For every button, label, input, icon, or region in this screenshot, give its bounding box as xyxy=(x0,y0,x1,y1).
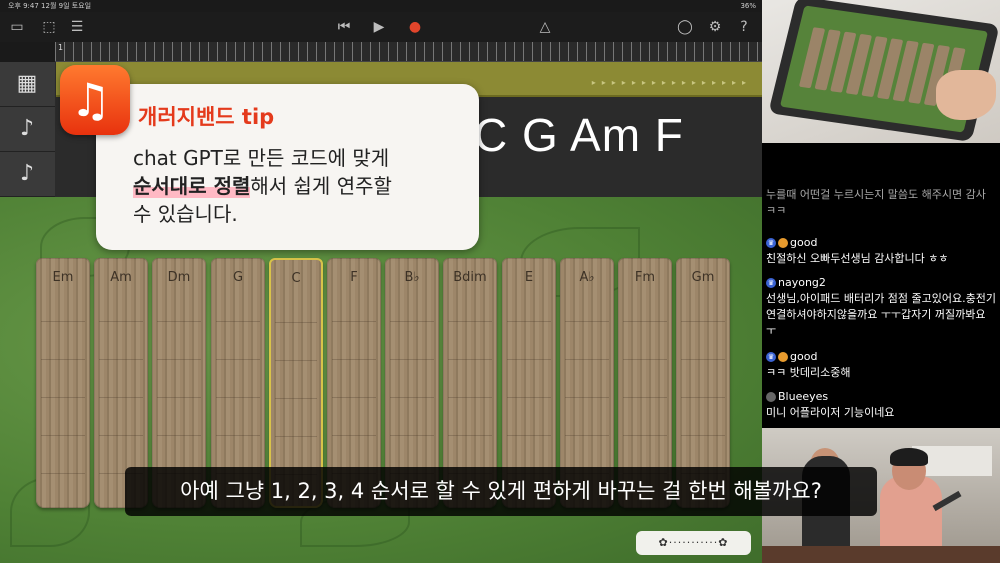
tip-line-1: chat GPT로 만든 코드에 맞게 xyxy=(133,146,390,170)
region-arrows: ▸▸▸▸▸▸▸▸▸▸▸▸▸▸▸▸ xyxy=(591,78,752,87)
guitar-icon: ♪ xyxy=(19,116,35,141)
chat-text: ㅋㅋ 밧데리소중해 xyxy=(766,366,851,379)
loop-icon[interactable]: ◯ xyxy=(674,16,696,38)
chat-text: 누를때 어떤걸 누르시는지 말씀도 해주시면 감사 ㅋㅋ xyxy=(766,188,986,217)
guitar-icon: ♫ xyxy=(70,73,112,127)
chord-strip[interactable]: Em xyxy=(36,258,90,508)
battery-status: 36% xyxy=(740,2,756,10)
chat-username: good xyxy=(790,236,818,249)
chord-strip-label: E xyxy=(524,270,534,285)
status-bar: 오후 9:47 12월 9일 토요일 36% xyxy=(0,0,762,12)
chord-strip-label: B♭ xyxy=(404,270,420,285)
garageband-toolbar: ▭ ⬚ ☰ ⏮ ▶ ● △ ◯ ⚙ ? xyxy=(0,12,762,42)
tip-line-3: 수 있습니다. xyxy=(133,202,238,226)
chat-username: good xyxy=(790,350,818,363)
chat-text: 미니 어플라이저 기능이네요 xyxy=(766,406,895,419)
track-header-drum[interactable]: ▦ xyxy=(0,62,55,107)
chord-strip-label: Gm xyxy=(691,270,715,285)
chord-strip-label: Em xyxy=(52,270,74,285)
chord-strip-label: Fm xyxy=(634,270,656,285)
chord-strip-label: Am xyxy=(110,270,132,285)
subtitle-caption: 아예 그냥 1, 2, 3, 4 순서로 할 수 있게 편하게 바꾸는 걸 한번… xyxy=(125,467,877,516)
status-time: 오후 9:47 12월 9일 토요일 xyxy=(8,2,92,10)
badge-icon: ♛ xyxy=(766,238,776,248)
chat-username: nayong2 xyxy=(778,276,826,289)
tip-line-2: 순서대로 정렬해서 쉽게 연주할 xyxy=(133,172,473,200)
chord-strip-label: A♭ xyxy=(579,270,595,285)
avatar xyxy=(778,238,788,248)
chat-message: ♛ nayong2 선생님,아이패드 배터리가 점점 줄고있어요.충전기 연결하셔… xyxy=(766,275,998,339)
tip-line-2-rest: 해서 쉽게 연주할 xyxy=(250,174,392,198)
avatar xyxy=(766,392,776,402)
chord-strip-label: F xyxy=(350,270,358,285)
chat-user: ♛ good xyxy=(766,349,998,365)
track-view-icon[interactable]: ⬚ xyxy=(38,16,60,38)
chord-progression-overlay: C G Am F xyxy=(474,109,684,161)
settings-icon[interactable]: ⚙ xyxy=(704,16,726,38)
help-icon[interactable]: ? xyxy=(733,16,755,38)
record-icon[interactable]: ● xyxy=(404,16,426,38)
chat-message: 누를때 어떤걸 누르시는지 말씀도 해주시면 감사 ㅋㅋ xyxy=(766,187,998,219)
tip-body: chat GPT로 만든 코드에 맞게 순서대로 정렬해서 쉽게 연주할 수 있… xyxy=(133,144,473,228)
chat-user: ♛ good xyxy=(766,235,998,251)
mixer-icon[interactable]: ☰ xyxy=(66,16,88,38)
tip-highlight: 순서대로 정렬 xyxy=(133,174,251,198)
chord-strip-label: G xyxy=(232,270,244,285)
tip-title: 개러지밴드 tip xyxy=(138,105,275,129)
chat-message: ♛ good 친절하신 오빠두선생님 감사합니다 ㅎㅎ xyxy=(766,235,998,267)
chord-strip-label: Bdim xyxy=(453,270,487,285)
chat-text: 선생님,아이패드 배터리가 점점 줄고있어요.충전기 연결하셔야하지않을까요 ㅜ… xyxy=(766,292,997,337)
ruler-mark: 1 xyxy=(58,43,64,52)
chat-text: 친절하신 오빠두선생님 감사합니다 ㅎㅎ xyxy=(766,252,949,265)
strum-control[interactable]: ✿···········✿ xyxy=(636,531,751,555)
avatar xyxy=(778,352,788,362)
metronome-icon[interactable]: △ xyxy=(534,16,556,38)
drum-machine-icon: ▦ xyxy=(16,71,38,96)
chord-strip-label: Dm xyxy=(167,270,191,285)
timeline-ruler[interactable]: 1 xyxy=(55,42,762,62)
guitar-icon: ♪ xyxy=(19,161,35,186)
chord-strip-label: C xyxy=(291,271,301,286)
chat-message: ♛ good ㅋㅋ 밧데리소중해 xyxy=(766,349,998,381)
badge-icon: ♛ xyxy=(766,278,776,288)
track-header-guitar-2[interactable]: ♪ xyxy=(0,152,55,197)
rewind-icon[interactable]: ⏮ xyxy=(333,16,355,38)
chat-user: Blueeyes xyxy=(766,389,998,405)
hand-photo xyxy=(936,70,996,120)
overhead-camera xyxy=(762,0,1000,143)
track-header-guitar-1[interactable]: ♪ xyxy=(0,107,55,152)
play-icon[interactable]: ▶ xyxy=(368,16,390,38)
chat-user: ♛ nayong2 xyxy=(766,275,998,291)
chat-message: Blueeyes 미니 어플라이저 기능이네요 xyxy=(766,389,998,421)
stream-frame: 오후 9:47 12월 9일 토요일 36% ▭ ⬚ ☰ ⏮ ▶ ● △ ◯ ⚙… xyxy=(0,0,1000,563)
browser-icon[interactable]: ▭ xyxy=(6,16,28,38)
badge-icon: ♛ xyxy=(766,352,776,362)
chat-username: Blueeyes xyxy=(778,390,829,403)
garageband-logo: ♫ xyxy=(60,65,130,135)
live-chat: 누를때 어떤걸 누르시는지 말씀도 해주시면 감사 ㅋㅋ ♛ good 친절하신 … xyxy=(762,143,1000,428)
